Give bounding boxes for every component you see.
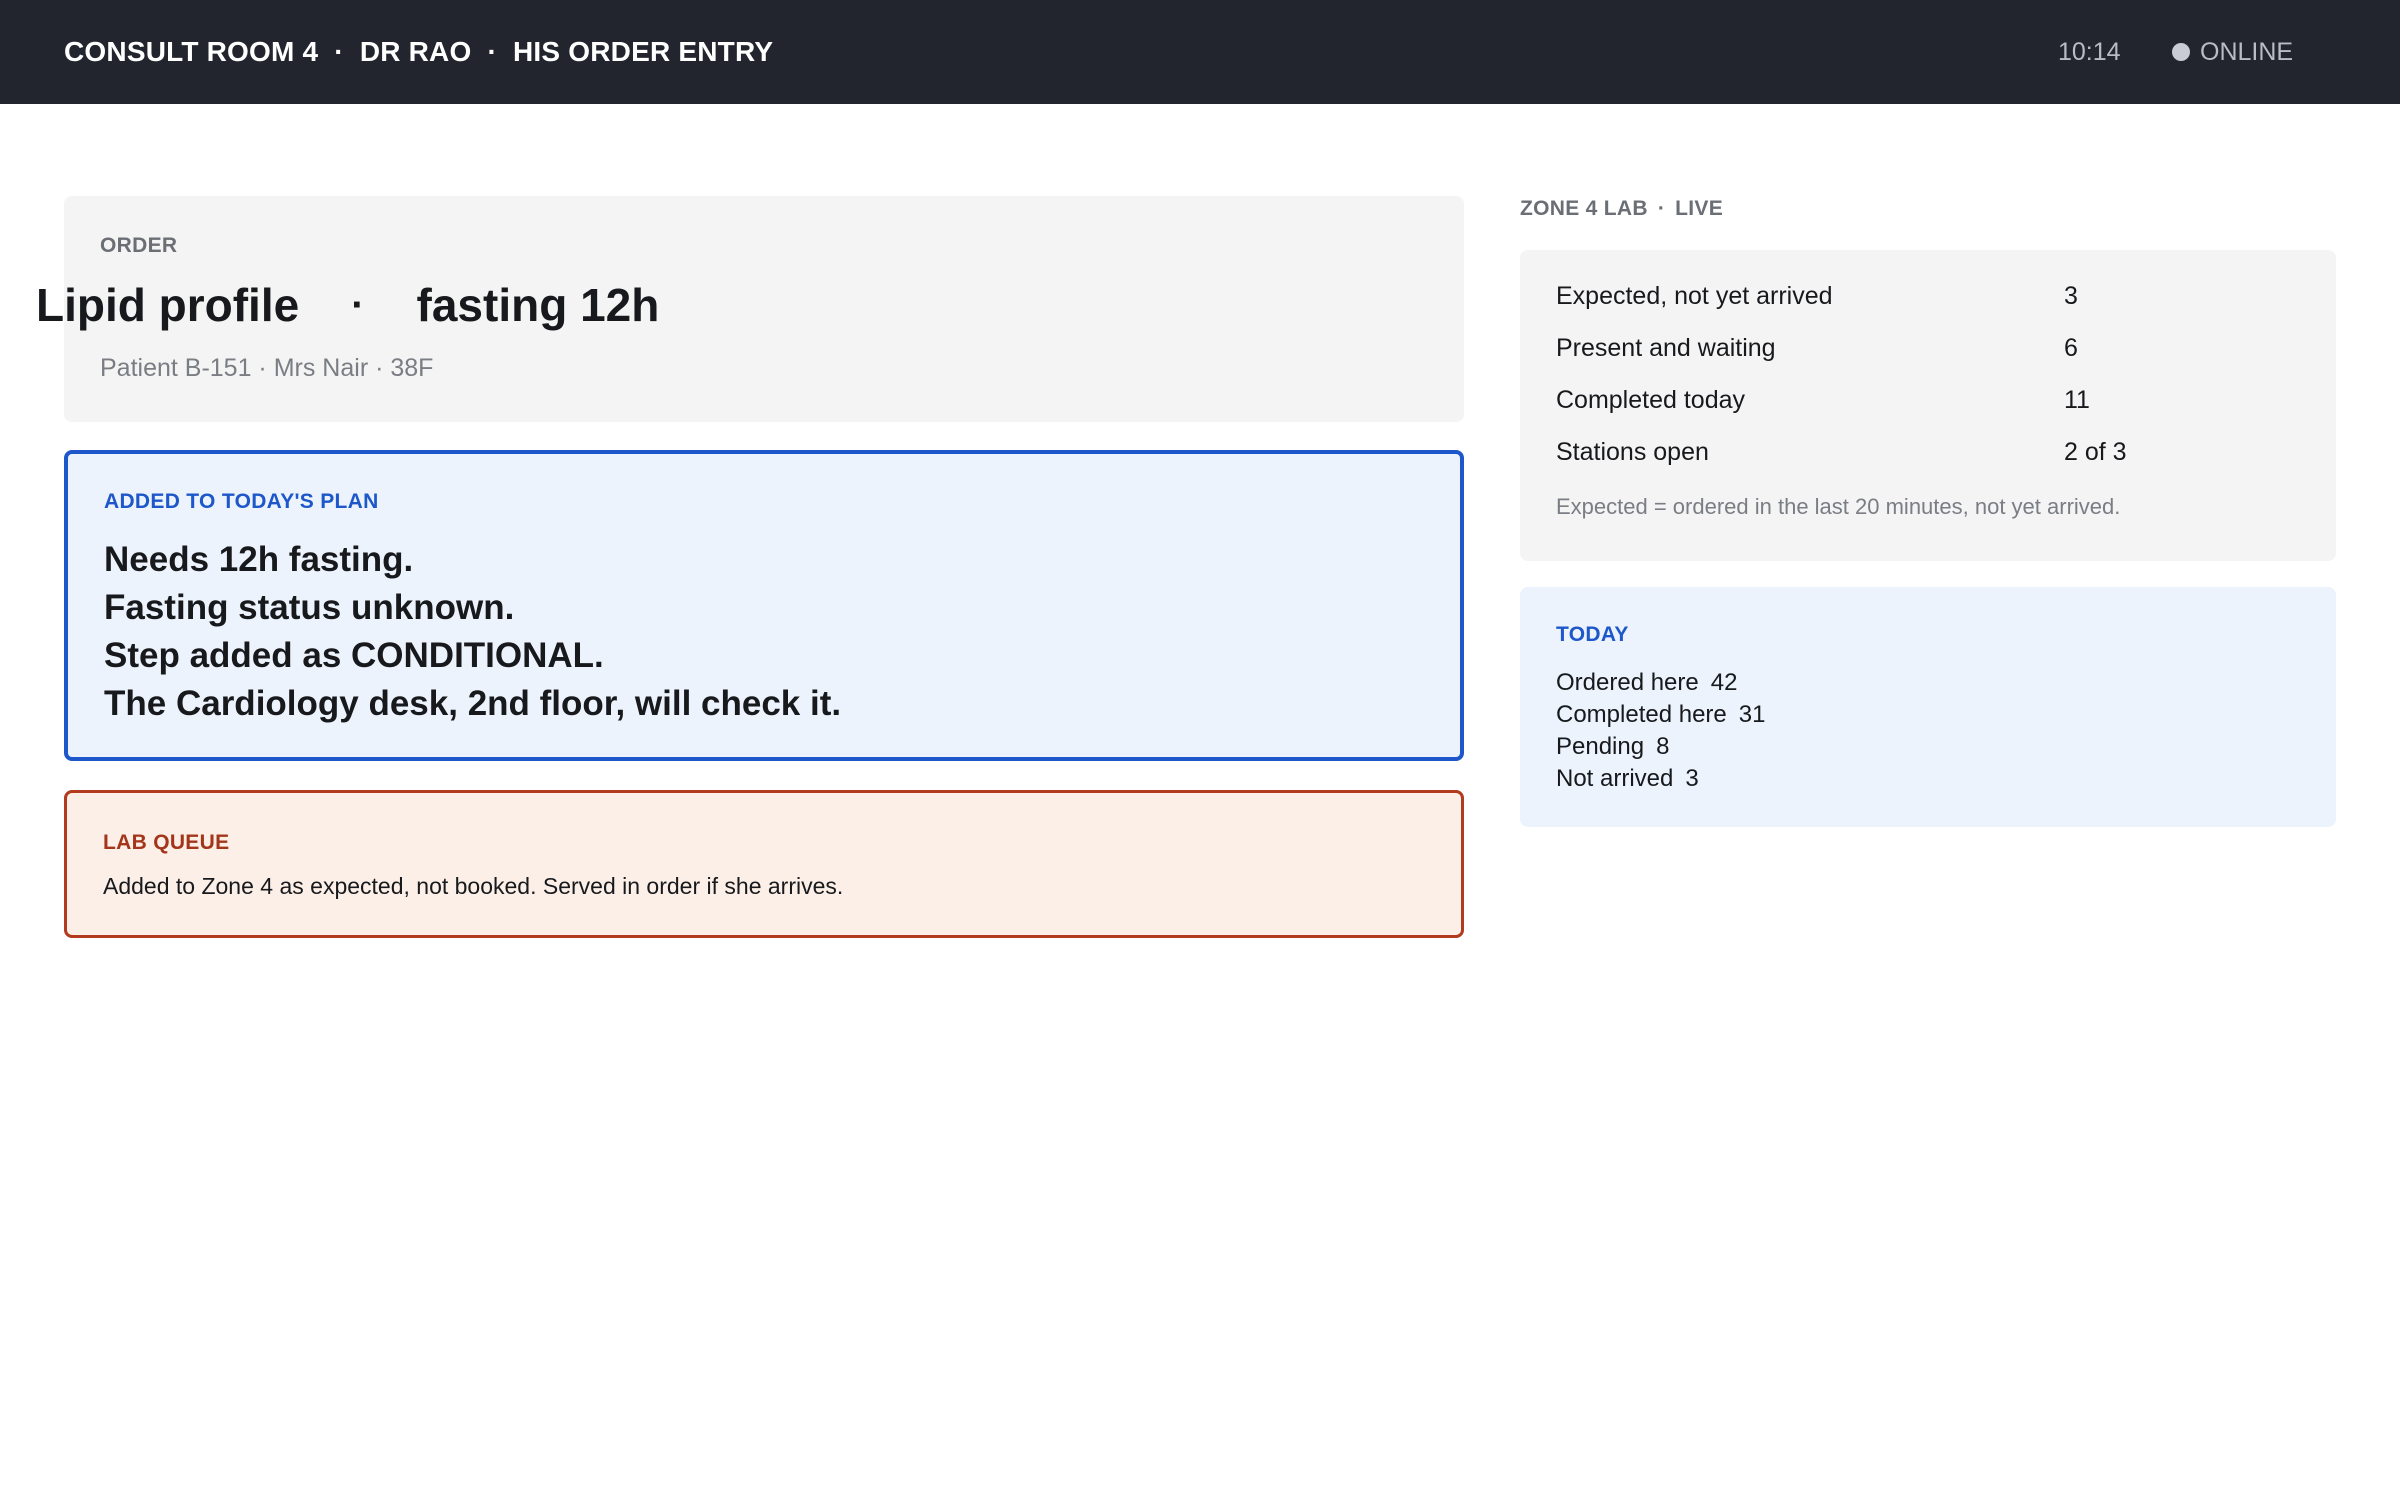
breadcrumb-separator: ·: [487, 36, 497, 67]
stat-row-stations: Stations open 2 of 3: [1556, 426, 2300, 478]
order-prep: fasting 12h: [416, 279, 660, 331]
today-item-value: 31: [1738, 701, 1766, 728]
stat-row-expected: Expected, not yet arrived 3: [1556, 270, 2300, 322]
stat-value: 6: [2064, 334, 2078, 362]
screen-title: HIS ORDER ENTRY: [513, 36, 774, 67]
today-item-value: 8: [1656, 733, 1670, 760]
today-eyebrow: TODAY: [1556, 623, 1629, 646]
lab-queue-message: Added to Zone 4 as expected, not booked.…: [103, 873, 844, 899]
stat-label: Stations open: [1556, 438, 1709, 466]
lab-queue-card: LAB QUEUE Added to Zone 4 as expected, n…: [64, 790, 1464, 938]
today-item-label: Ordered here: [1556, 669, 1699, 696]
today-summary-card: TODAY Ordered here 42 Completed here 31 Pe…: [1520, 587, 2336, 827]
today-item-value: 42: [1710, 669, 1738, 696]
stat-value: 11: [2064, 386, 2090, 414]
connection-status: ONLINE: [2172, 0, 2293, 104]
plan-line: Needs 12h fasting.: [104, 540, 414, 579]
plan-notice-card: ADDED TO TODAY'S PLAN Needs 12h fasting.…: [64, 450, 1464, 761]
plan-line: Fasting status unknown.: [104, 588, 515, 627]
live-badge: LIVE: [1675, 197, 1724, 220]
today-item-label: Completed here: [1556, 701, 1727, 728]
today-item: Pending 8: [1556, 731, 1765, 763]
today-item-value: 3: [1685, 765, 1699, 792]
plan-line: Step added as CONDITIONAL.: [104, 636, 604, 675]
today-item: Not arrived 3: [1556, 763, 1765, 795]
status-dot-icon: [2172, 43, 2190, 61]
stat-value: 2 of 3: [2064, 438, 2127, 466]
order-test-name: Lipid profile: [36, 279, 300, 331]
room-label: CONSULT ROOM 4: [64, 36, 319, 67]
plan-eyebrow: ADDED TO TODAY'S PLAN: [104, 490, 379, 513]
context-breadcrumb: CONSULT ROOM 4 · DR RAO · HIS ORDER ENTR…: [64, 0, 773, 104]
stat-label: Present and waiting: [1556, 334, 1776, 362]
zone-lab-header: ZONE 4 LAB · LIVE: [1520, 197, 1723, 221]
stats-footnote: Expected = ordered in the last 20 minute…: [1556, 494, 2121, 519]
stat-label: Completed today: [1556, 386, 1746, 414]
today-item-label: Not arrived: [1556, 765, 1674, 792]
zone-lab-stats-card: Expected, not yet arrived 3 Present and …: [1520, 250, 2336, 561]
today-item: Ordered here 42: [1556, 667, 1765, 699]
today-item-label: Pending: [1556, 733, 1645, 760]
clock: 10:14: [2058, 37, 2121, 66]
doctor-label: DR RAO: [359, 36, 472, 67]
patient-summary: Patient B-151 · Mrs Nair · 38F: [100, 354, 434, 382]
stat-row-completed: Completed today 11: [1556, 374, 2300, 426]
zone-lab-name: ZONE 4 LAB: [1520, 197, 1648, 220]
stat-label: Expected, not yet arrived: [1556, 282, 1833, 310]
stat-value: 3: [2064, 282, 2078, 310]
order-title-bullet: ·: [351, 282, 365, 327]
top-bar: CONSULT ROOM 4 · DR RAO · HIS ORDER ENTR…: [0, 0, 2400, 104]
zone-lab-separator: ·: [1657, 197, 1666, 220]
order-title: Lipid profile · fasting 12h: [36, 278, 659, 332]
plan-message: Needs 12h fasting. Fasting status unknow…: [104, 536, 841, 728]
status-label: ONLINE: [2200, 37, 2294, 66]
today-item: Completed here 31: [1556, 699, 1765, 731]
plan-line: The Cardiology desk, 2nd floor, will che…: [104, 684, 842, 723]
stat-row-waiting: Present and waiting 6: [1556, 322, 2300, 374]
today-list: Ordered here 42 Completed here 31 Pending 8…: [1556, 667, 1765, 795]
lab-queue-eyebrow: LAB QUEUE: [103, 831, 230, 854]
breadcrumb-separator: ·: [334, 36, 344, 67]
order-eyebrow: ORDER: [100, 234, 178, 257]
